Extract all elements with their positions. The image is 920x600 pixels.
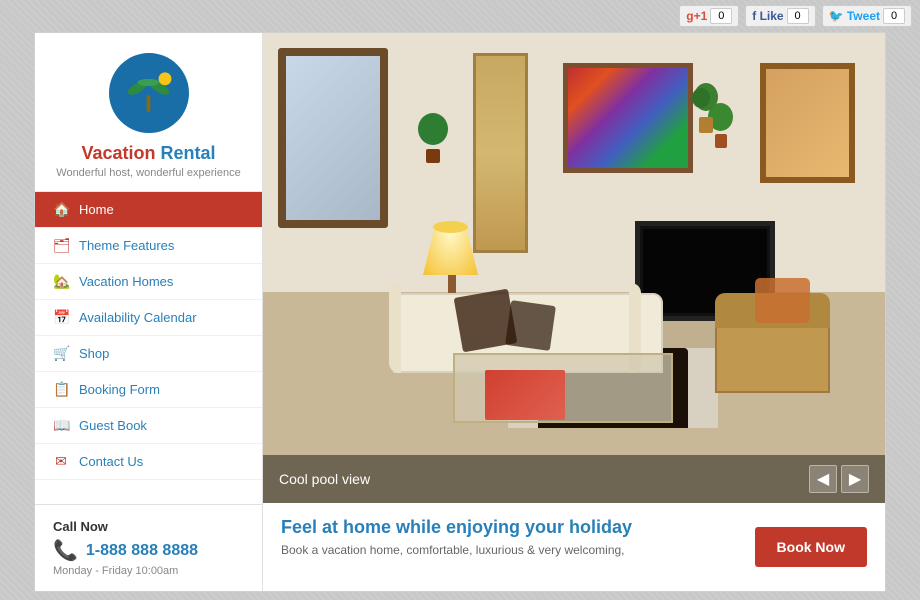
phone-row: 📞 1-888 888 8888 bbox=[53, 538, 244, 563]
room-scene bbox=[263, 33, 885, 503]
content-bottom: Feel at home while enjoying your holiday… bbox=[263, 503, 885, 591]
phone-icon: 📞 bbox=[53, 538, 78, 563]
phone-number: 1-888 888 8888 bbox=[86, 542, 198, 560]
calendar-icon: 📅 bbox=[53, 309, 69, 326]
nav-item-shop[interactable]: 🛒 Shop bbox=[35, 336, 262, 372]
nav-label-booking: Booking Form bbox=[79, 382, 160, 397]
prev-arrow-icon: ◀ bbox=[817, 469, 829, 489]
contact-icon: ✉ bbox=[53, 453, 69, 470]
booking-icon: 📋 bbox=[53, 381, 69, 398]
hero-nav-arrows: ◀ ▶ bbox=[809, 465, 869, 493]
twitter-button[interactable]: 🐦 Tweet 0 bbox=[822, 5, 912, 27]
nav-item-booking[interactable]: 📋 Booking Form bbox=[35, 372, 262, 408]
shop-icon: 🛒 bbox=[53, 345, 69, 362]
book-now-button[interactable]: Book Now bbox=[755, 527, 867, 567]
gplus-button[interactable]: g+1 0 bbox=[679, 5, 739, 27]
guestbook-icon: 📖 bbox=[53, 417, 69, 434]
room-mirror bbox=[278, 48, 388, 228]
content-description: Book a vacation home, comfortable, luxur… bbox=[281, 543, 632, 557]
nav-label-availability: Availability Calendar bbox=[79, 310, 197, 325]
facebook-icon: f Like bbox=[752, 9, 783, 23]
nav-label-shop: Shop bbox=[79, 346, 109, 361]
gplus-icon: g+1 bbox=[686, 9, 707, 23]
hours-text: Monday - Friday 10:00am bbox=[53, 565, 244, 577]
sidebar: Vacation Rental Wonderful host, wonderfu… bbox=[35, 33, 263, 591]
nav-item-vacation-homes[interactable]: 🏡 Vacation Homes bbox=[35, 264, 262, 300]
nav-menu: 🏠 Home 🗂 Theme Features 🏡 Vacation Homes… bbox=[35, 191, 262, 480]
site-subtitle: Wonderful host, wonderful experience bbox=[56, 167, 240, 179]
gplus-count: 0 bbox=[710, 8, 732, 24]
nav-label-home: Home bbox=[79, 202, 114, 217]
nav-label-contact: Contact Us bbox=[79, 454, 143, 469]
room-mirror-inner bbox=[286, 56, 380, 220]
hero-next-button[interactable]: ▶ bbox=[841, 465, 869, 493]
nav-item-availability[interactable]: 📅 Availability Calendar bbox=[35, 300, 262, 336]
hero-caption-text: Cool pool view bbox=[279, 471, 370, 487]
content-heading: Feel at home while enjoying your holiday bbox=[281, 517, 632, 538]
facebook-button[interactable]: f Like 0 bbox=[745, 5, 815, 27]
title-rental: Rental bbox=[161, 143, 216, 163]
vacation-homes-icon: 🏡 bbox=[53, 273, 69, 290]
theme-features-icon: 🗂 bbox=[53, 237, 69, 254]
title-vacation: Vacation bbox=[81, 143, 155, 163]
twitter-icon: 🐦 Tweet bbox=[829, 9, 880, 23]
nav-item-home[interactable]: 🏠 Home bbox=[35, 192, 262, 228]
nav-item-contact[interactable]: ✉ Contact Us bbox=[35, 444, 262, 480]
content-text-area: Feel at home while enjoying your holiday… bbox=[281, 517, 632, 557]
main-wrapper: Vacation Rental Wonderful host, wonderfu… bbox=[34, 32, 886, 592]
call-now-label: Call Now bbox=[53, 519, 244, 534]
nav-label-vacation-homes: Vacation Homes bbox=[79, 274, 173, 289]
nav-label-guestbook: Guest Book bbox=[79, 418, 147, 433]
tw-count: 0 bbox=[883, 8, 905, 24]
hero-container: Cool pool view ◀ ▶ bbox=[263, 33, 885, 503]
logo-circle bbox=[109, 53, 189, 133]
next-arrow-icon: ▶ bbox=[849, 469, 861, 489]
contact-section: Call Now 📞 1-888 888 8888 Monday - Frida… bbox=[35, 504, 262, 591]
home-icon: 🏠 bbox=[53, 201, 69, 218]
site-title: Vacation Rental bbox=[81, 143, 215, 164]
nav-item-guestbook[interactable]: 📖 Guest Book bbox=[35, 408, 262, 444]
nav-item-theme-features[interactable]: 🗂 Theme Features bbox=[35, 228, 262, 264]
main-content: Cool pool view ◀ ▶ Feel at home while en… bbox=[263, 33, 885, 591]
social-bar: g+1 0 f Like 0 🐦 Tweet 0 bbox=[0, 0, 920, 32]
nav-label-theme-features: Theme Features bbox=[79, 238, 174, 253]
fb-count: 0 bbox=[787, 8, 809, 24]
hero-caption: Cool pool view ◀ ▶ bbox=[263, 455, 885, 503]
hero-prev-button[interactable]: ◀ bbox=[809, 465, 837, 493]
